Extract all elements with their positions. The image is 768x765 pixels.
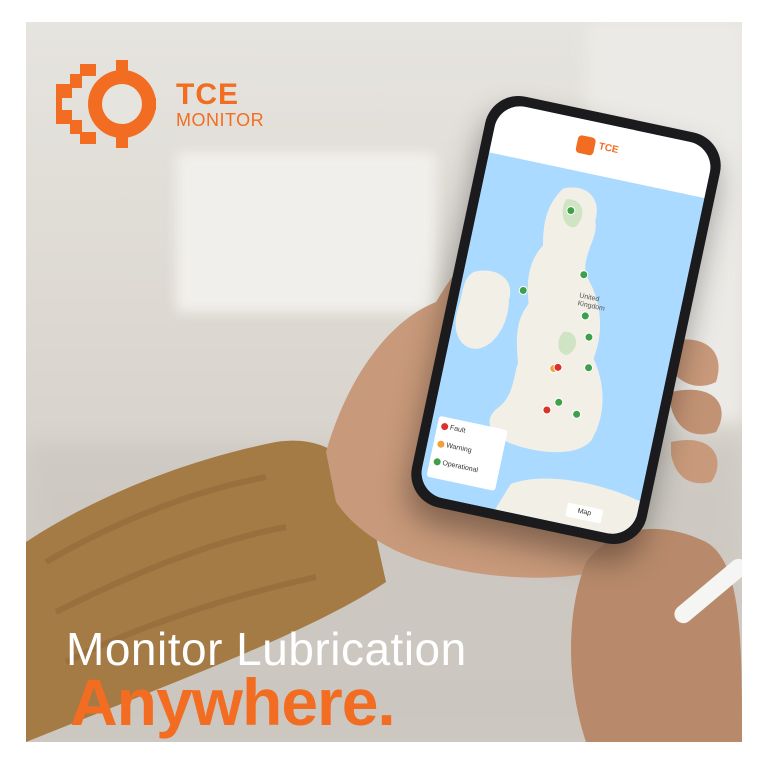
legend-label: Operational xyxy=(441,459,479,475)
operational-icon xyxy=(433,457,442,466)
gear-logo-icon xyxy=(56,60,156,148)
fault-icon xyxy=(440,422,449,431)
legend-item-warning: Warning xyxy=(436,440,473,455)
brand-name: TCE xyxy=(176,78,239,111)
legend-label: Fault xyxy=(449,424,466,435)
legend-item-fault: Fault xyxy=(440,422,466,435)
warning-icon xyxy=(436,440,446,449)
legend-item-operational: Operational xyxy=(433,457,479,475)
app-logo-icon xyxy=(575,134,597,156)
tagline: Anywhere. xyxy=(70,665,396,739)
app-logo-text: TCE xyxy=(597,141,620,157)
ad-canvas: TCE United Kingdom Fault Warning Operati… xyxy=(26,22,742,742)
brand-subtitle: MONITOR xyxy=(176,110,265,130)
map-toggle-label: Map xyxy=(576,507,592,518)
legend-label: Warning xyxy=(445,442,473,455)
